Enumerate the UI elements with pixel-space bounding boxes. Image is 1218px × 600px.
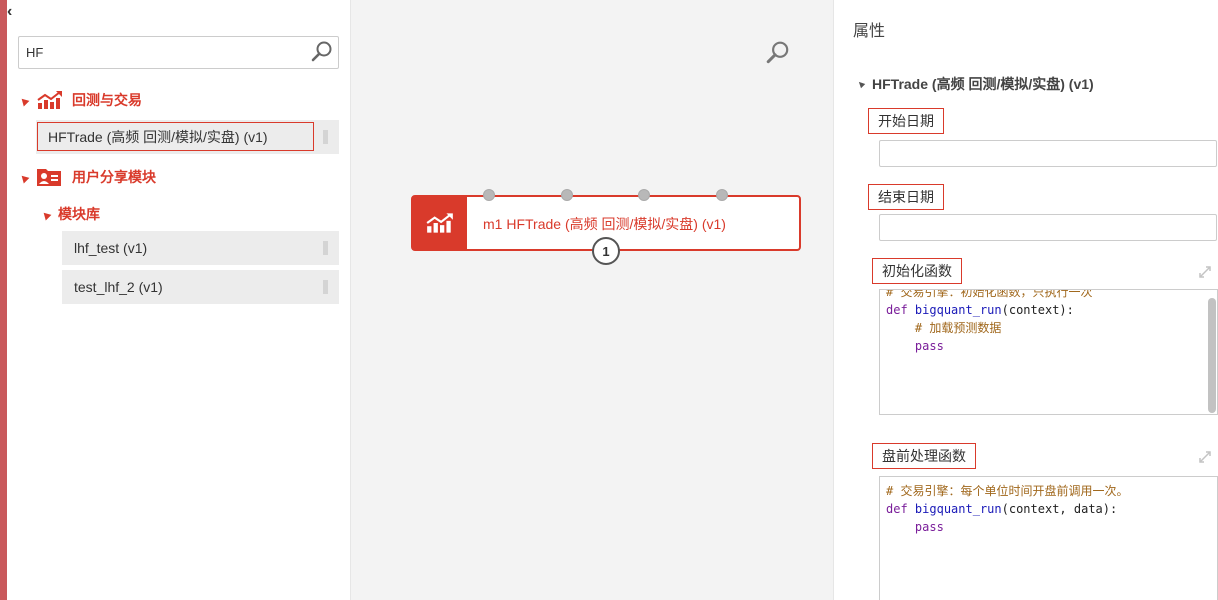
- code-line: pass: [886, 520, 944, 534]
- category-backtest-trade[interactable]: 回测与交易: [18, 89, 142, 111]
- collapse-triangle-icon[interactable]: [856, 79, 866, 89]
- end-date-input[interactable]: [879, 214, 1217, 241]
- category-user-shared[interactable]: 用户分享模块: [18, 166, 156, 188]
- end-date-label: 结束日期: [868, 184, 944, 210]
- drag-handle[interactable]: [323, 130, 328, 144]
- subcategory-module-lib[interactable]: 模块库: [40, 204, 100, 224]
- subcategory-label: 模块库: [58, 206, 100, 222]
- module-search-box[interactable]: [18, 36, 339, 69]
- before-trading-label: 盘前处理函数: [872, 443, 976, 469]
- module-icon-container: [413, 197, 467, 249]
- search-icon[interactable]: [310, 40, 334, 64]
- module-item-lhf-test[interactable]: lhf_test (v1): [62, 231, 339, 265]
- input-port[interactable]: [561, 189, 573, 201]
- workflow-canvas[interactable]: m1 HFTrade (高频 回测/模拟/实盘) (v1) 1: [351, 0, 833, 600]
- drag-handle[interactable]: [323, 280, 328, 294]
- init-func-code-editor[interactable]: # 交易引擎：初始化函数，只执行一次 def bigquant_run(cont…: [879, 289, 1218, 415]
- app-root: ‹ 回测与交易 HFT: [0, 0, 1218, 600]
- code-line: # 交易引擎：每个单位时间开盘前调用一次。: [886, 484, 1129, 498]
- init-func-label: 初始化函数: [872, 258, 962, 284]
- code-line: # 交易引擎：初始化函数，只执行一次: [886, 289, 1093, 299]
- input-port[interactable]: [638, 189, 650, 201]
- editor-scrollbar[interactable]: [1208, 298, 1216, 413]
- expand-icon[interactable]: [1198, 450, 1212, 464]
- module-item-label: lhf_test (v1): [74, 240, 148, 256]
- panel-title: 属性: [853, 23, 886, 40]
- module-search-input[interactable]: [26, 45, 296, 60]
- collapse-panel-button[interactable]: ‹: [7, 2, 12, 22]
- workflow-module-node[interactable]: m1 HFTrade (高频 回测/模拟/实盘) (v1) 1: [411, 189, 801, 265]
- start-date-label: 开始日期: [868, 108, 944, 134]
- code-line: # 加载预测数据: [886, 321, 1002, 335]
- highlight-box: [37, 122, 314, 151]
- before-trading-code-editor[interactable]: # 交易引擎：每个单位时间开盘前调用一次。 def bigquant_run(c…: [879, 476, 1218, 600]
- expand-triangle-icon[interactable]: [40, 209, 52, 221]
- output-port[interactable]: 1: [592, 237, 620, 265]
- chart-trend-icon: [426, 213, 453, 233]
- expand-triangle-icon[interactable]: [18, 172, 30, 184]
- expand-icon[interactable]: [1198, 265, 1212, 279]
- zoom-search-icon[interactable]: [765, 40, 791, 66]
- module-properties-header[interactable]: HFTrade (高频 回测/模拟/实盘) (v1): [856, 74, 1094, 94]
- start-date-input[interactable]: [879, 140, 1217, 167]
- code-line: def bigquant_run(context, data):: [886, 502, 1118, 516]
- user-card-icon: [36, 166, 64, 188]
- chart-trend-icon: [36, 89, 64, 111]
- module-library-panel: ‹ 回测与交易 HFT: [7, 0, 351, 600]
- expand-triangle-icon[interactable]: [18, 95, 30, 107]
- left-accent-bar: [0, 0, 7, 600]
- module-node-label: m1 HFTrade (高频 回测/模拟/实盘) (v1): [483, 216, 726, 232]
- drag-handle[interactable]: [323, 241, 328, 255]
- properties-panel: 属性 HFTrade (高频 回测/模拟/实盘) (v1) 开始日期 结束日期 …: [833, 0, 1218, 600]
- input-port[interactable]: [483, 189, 495, 201]
- input-port[interactable]: [716, 189, 728, 201]
- category-label: 回测与交易: [72, 92, 142, 108]
- code-line: pass: [886, 339, 944, 353]
- category-label: 用户分享模块: [72, 169, 156, 185]
- module-item-label: test_lhf_2 (v1): [74, 279, 163, 295]
- code-line: def bigquant_run(context):: [886, 303, 1074, 317]
- module-item-test-lhf-2[interactable]: test_lhf_2 (v1): [62, 270, 339, 304]
- module-title: HFTrade (高频 回测/模拟/实盘) (v1): [872, 76, 1094, 92]
